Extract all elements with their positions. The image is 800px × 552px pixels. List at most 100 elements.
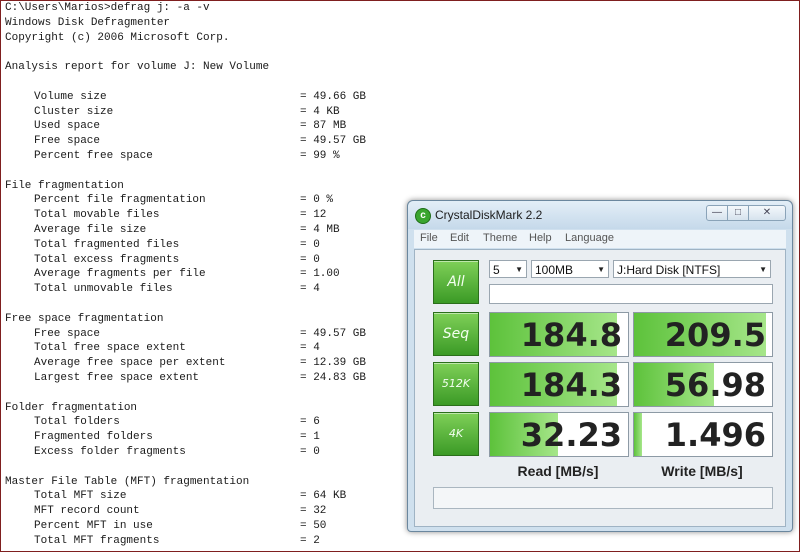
report-label: Average fragments per file	[34, 268, 206, 281]
report-value: = 49.66 GB	[300, 90, 367, 103]
4k-test-button[interactable]: 4K	[433, 412, 479, 456]
report-row: Total MFT fragments = 2	[5, 534, 565, 549]
report-label: Percent MFT in use	[34, 519, 153, 532]
4k-write-result: 1.496	[633, 412, 773, 457]
title-bar[interactable]: c CrystalDiskMark 2.2 — □ ✕	[408, 201, 792, 229]
report-value: = 6	[300, 416, 320, 429]
report-value: = 0	[300, 445, 320, 458]
512k-read-value: 184.3	[520, 366, 622, 404]
all-button[interactable]: All	[433, 260, 479, 304]
maximize-button[interactable]: □	[727, 205, 749, 221]
report-label: Largest free space extent	[34, 371, 200, 384]
menu-help[interactable]: Help	[529, 232, 552, 244]
report-label: Total excess fragments	[34, 253, 180, 266]
report-value: = 4	[300, 342, 320, 355]
4k-read-value: 32.23	[520, 416, 622, 454]
report-value: = 4 KB	[300, 105, 340, 118]
chevron-down-icon: ▼	[597, 265, 605, 274]
report-value: = 87 MB	[300, 120, 347, 133]
4k-read-result: 32.23	[489, 412, 629, 457]
console-line: Copyright (c) 2006 Microsoft Corp.	[5, 31, 230, 44]
report-value: = 1	[300, 431, 320, 444]
test-size-select[interactable]: 100MB ▼	[531, 260, 609, 278]
console-line: Analysis report for volume J: New Volume	[5, 61, 270, 74]
report-label: Total folders	[34, 416, 120, 429]
report-label: Free space	[34, 135, 101, 148]
window-title: CrystalDiskMark 2.2	[435, 208, 543, 222]
report-row: Cluster size = 4 KB	[5, 105, 565, 120]
512k-test-button[interactable]: 512K	[433, 362, 479, 406]
report-value: = 49.57 GB	[300, 135, 367, 148]
console-line: Windows Disk Defragmenter	[5, 16, 171, 29]
seq-read-result: 184.8	[489, 312, 629, 357]
write-column-header: Write [MB/s]	[661, 463, 743, 479]
chevron-down-icon: ▼	[759, 265, 767, 274]
report-label: Total MFT size	[34, 490, 127, 503]
chevron-down-icon: ▼	[515, 265, 523, 274]
close-button[interactable]: ✕	[748, 205, 786, 221]
report-value: = 0 %	[300, 194, 334, 207]
report-label: MFT record count	[34, 505, 140, 518]
report-label: Total movable files	[34, 209, 160, 222]
menu-edit[interactable]: Edit	[450, 232, 469, 244]
report-label: Cluster size	[34, 105, 114, 118]
seq-write-value: 209.5	[664, 316, 766, 354]
report-value: = 4 MB	[300, 223, 340, 236]
seq-test-button[interactable]: Seq	[433, 312, 479, 356]
report-value: = 4	[300, 283, 320, 296]
report-row: Free space = 49.57 GB	[5, 134, 565, 149]
report-value: = 2	[300, 534, 320, 547]
4k-write-bar	[634, 413, 643, 456]
report-label: Average file size	[34, 223, 147, 236]
test-count-select[interactable]: 5 ▼	[489, 260, 527, 278]
menu-language[interactable]: Language	[565, 232, 614, 244]
report-label: Percent file fragmentation	[34, 194, 206, 207]
report-row: Volume size = 49.66 GB	[5, 90, 565, 105]
report-label: Percent free space	[34, 149, 153, 162]
app-icon: c	[415, 208, 431, 224]
report-value: = 24.83 GB	[300, 371, 367, 384]
report-label: Used space	[34, 120, 101, 133]
report-label: Excess folder fragments	[34, 445, 186, 458]
report-label: Total free space extent	[34, 342, 186, 355]
read-column-header: Read [MB/s]	[517, 463, 599, 479]
report-label: Total unmovable files	[34, 283, 173, 296]
report-label: Average free space per extent	[34, 357, 226, 370]
report-label: Total MFT fragments	[34, 534, 160, 547]
report-value: = 12	[300, 209, 327, 222]
test-count-value: 5	[493, 263, 500, 277]
seq-read-value: 184.8	[520, 316, 622, 354]
report-value: = 0	[300, 238, 320, 251]
drive-value: J:Hard Disk [NTFS]	[617, 263, 721, 277]
seq-write-result: 209.5	[633, 312, 773, 357]
minimize-button[interactable]: —	[706, 205, 728, 221]
comment-input[interactable]	[489, 284, 773, 304]
512k-write-result: 56.98	[633, 362, 773, 407]
crystaldiskmark-window[interactable]: c CrystalDiskMark 2.2 — □ ✕ File Edit Th…	[407, 200, 793, 532]
status-bar	[433, 487, 773, 509]
512k-write-value: 56.98	[664, 366, 766, 404]
report-label: Volume size	[34, 90, 107, 103]
report-value: = 49.57 GB	[300, 327, 367, 340]
report-row: Percent free space = 99 %	[5, 149, 565, 164]
console-line: File fragmentation	[5, 179, 124, 192]
report-value: = 99 %	[300, 149, 340, 162]
test-size-value: 100MB	[535, 263, 574, 277]
benchmark-panel: All 5 ▼ 100MB ▼ J:Hard Disk [NTFS] ▼ Seq…	[414, 249, 786, 527]
report-value: = 64 KB	[300, 490, 347, 503]
drive-select[interactable]: J:Hard Disk [NTFS] ▼	[613, 260, 771, 278]
report-row: Used space = 87 MB	[5, 119, 565, 134]
report-label: Fragmented folders	[34, 431, 153, 444]
512k-read-result: 184.3	[489, 362, 629, 407]
menu-file[interactable]: File	[420, 232, 438, 244]
report-value: = 12.39 GB	[300, 357, 367, 370]
menu-theme[interactable]: Theme	[483, 232, 517, 244]
menu-bar: File Edit Theme Help Language	[414, 230, 786, 248]
console-line: C:\Users\Marios>defrag j: -a -v	[5, 2, 210, 14]
report-value: = 0	[300, 253, 320, 266]
report-value: = 50	[300, 519, 327, 532]
4k-write-value: 1.496	[664, 416, 766, 454]
